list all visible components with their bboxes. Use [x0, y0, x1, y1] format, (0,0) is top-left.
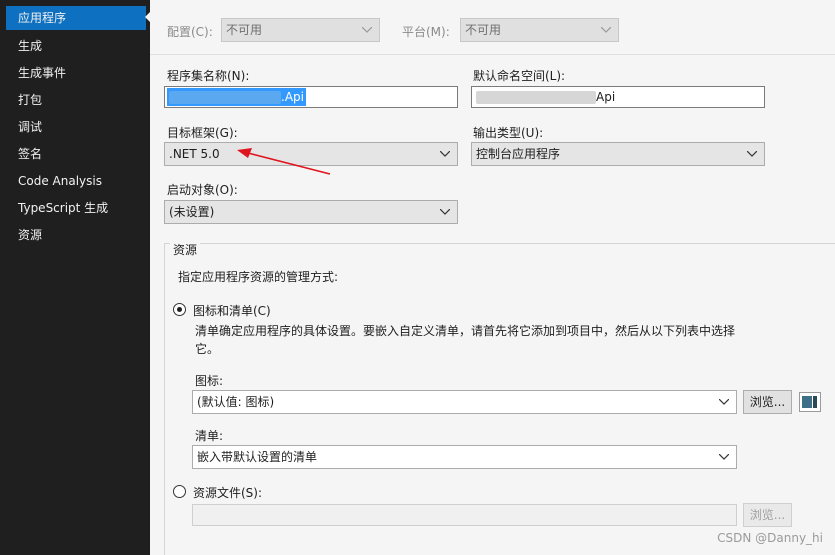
chevron-down-icon: [439, 201, 451, 223]
startup-object-dropdown[interactable]: (未设置): [164, 200, 458, 224]
chevron-down-icon: [600, 19, 612, 41]
platform-value: 不可用: [465, 23, 502, 37]
sidebar-item-label: 打包: [18, 93, 43, 107]
chevron-down-icon: [361, 19, 373, 41]
application-icon: [802, 396, 817, 408]
sidebar-item-code-analysis[interactable]: Code Analysis: [6, 169, 146, 193]
browse-resource-file-button[interactable]: 浏览...: [743, 503, 792, 527]
assembly-name-input[interactable]: .Api: [164, 86, 458, 108]
icon-manifest-radio[interactable]: [173, 303, 186, 316]
sidebar-item-resources[interactable]: 资源: [6, 223, 146, 247]
chevron-down-icon: [718, 391, 730, 413]
icon-dropdown[interactable]: (默认值: 图标): [192, 390, 737, 414]
sidebar-item-label: Code Analysis: [18, 174, 102, 188]
sidebar-item-label: 资源: [18, 228, 43, 242]
output-type-dropdown[interactable]: 控制台应用程序: [471, 142, 765, 166]
resource-file-option-label[interactable]: 资源文件(S):: [193, 484, 262, 501]
resource-file-input[interactable]: [192, 504, 737, 526]
resources-instruction: 指定应用程序资源的管理方式:: [178, 270, 339, 284]
sidebar-item-signing[interactable]: 签名: [6, 142, 146, 166]
sidebar-item-label: TypeScript 生成: [18, 201, 109, 215]
assembly-name-suffix: .Api: [281, 90, 304, 104]
browse-icon-button[interactable]: 浏览...: [743, 390, 792, 414]
config-label: 配置(C):: [167, 25, 213, 39]
sidebar-item-application[interactable]: 应用程序: [6, 6, 146, 30]
target-framework-value: .NET 5.0: [169, 147, 220, 161]
platform-label: 平台(M):: [402, 25, 450, 39]
target-framework-label: 目标框架(G):: [167, 126, 238, 140]
manifest-dropdown[interactable]: 嵌入带默认设置的清单: [192, 445, 737, 469]
resources-group-title: 资源: [170, 241, 201, 258]
sidebar-item-build-events[interactable]: 生成事件: [6, 61, 146, 85]
resource-file-radio[interactable]: [173, 485, 186, 498]
icon-label: 图标:: [195, 374, 224, 388]
target-framework-dropdown[interactable]: .NET 5.0: [164, 142, 458, 166]
output-type-value: 控制台应用程序: [476, 147, 561, 161]
sidebar-item-label: 签名: [18, 147, 43, 161]
sidebar-item-debug[interactable]: 调试: [6, 115, 146, 139]
startup-object-value: (未设置): [169, 205, 215, 219]
chevron-down-icon: [439, 143, 451, 165]
config-value: 不可用: [226, 23, 263, 37]
icon-value: (默认值: 图标): [197, 395, 275, 409]
manifest-label: 清单:: [195, 429, 224, 443]
sidebar-item-typescript-build[interactable]: TypeScript 生成: [6, 196, 146, 220]
icon-manifest-option-label[interactable]: 图标和清单(C): [193, 302, 271, 319]
startup-object-label: 启动对象(O):: [167, 183, 238, 197]
active-item-notch: [145, 11, 151, 23]
assembly-name-selection: .Api: [167, 88, 306, 106]
chevron-down-icon: [718, 446, 730, 468]
sidebar-item-label: 调试: [18, 120, 43, 134]
watermark: CSDN @Danny_hi: [717, 531, 823, 545]
redacted-text: [476, 91, 596, 104]
chevron-down-icon: [746, 143, 758, 165]
sidebar-item-build[interactable]: 生成: [6, 34, 146, 58]
sidebar-item-label: 生成事件: [18, 66, 67, 80]
sidebar: 应用程序 生成 生成事件 打包 调试 签名 Code Analysis Type…: [0, 0, 151, 555]
output-type-label: 输出类型(U):: [473, 126, 544, 140]
default-namespace-input[interactable]: Api: [471, 86, 765, 108]
sidebar-item-label: 应用程序: [18, 11, 67, 25]
default-namespace-suffix: Api: [596, 90, 616, 104]
redacted-text: [169, 91, 281, 104]
header-divider: [150, 54, 835, 55]
assembly-name-label: 程序集名称(N):: [167, 69, 250, 83]
sidebar-item-label: 生成: [18, 39, 43, 53]
icon-preview: [799, 392, 821, 412]
config-dropdown[interactable]: 不可用: [221, 18, 380, 42]
platform-dropdown[interactable]: 不可用: [460, 18, 619, 42]
manifest-value: 嵌入带默认设置的清单: [197, 450, 318, 464]
sidebar-item-package[interactable]: 打包: [6, 88, 146, 112]
manifest-description: 清单确定应用程序的具体设置。要嵌入自定义清单，请首先将它添加到项目中，然后从以下…: [195, 324, 736, 356]
default-namespace-label: 默认命名空间(L):: [473, 69, 566, 83]
